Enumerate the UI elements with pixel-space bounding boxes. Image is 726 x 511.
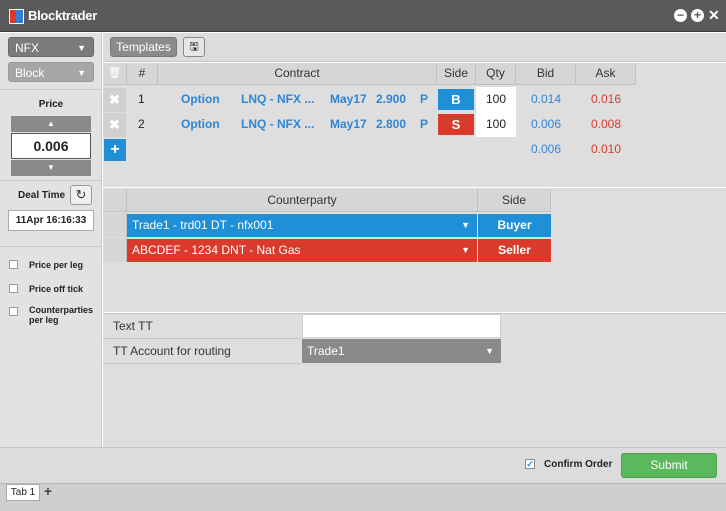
price-off-tick-checkbox[interactable]	[9, 284, 18, 293]
delete-row-icon[interactable]: ✖	[103, 88, 126, 112]
col-header-num: #	[127, 63, 158, 85]
divider	[0, 89, 102, 90]
submit-button[interactable]: Submit	[621, 453, 717, 478]
title-bar	[0, 0, 726, 32]
leg-bid: 0.014	[530, 92, 562, 106]
confirm-order-checkbox[interactable]: ✓	[525, 459, 535, 469]
price-increment-button[interactable]: ▲	[11, 116, 91, 132]
save-template-icon[interactable]: 🖫	[183, 37, 205, 57]
leg-product[interactable]: LNQ - NFX ...	[241, 87, 314, 112]
counterparty-dropdown[interactable]: ABCDEF - 1234 DNT - Nat Gas ▼	[127, 239, 477, 262]
leg-num: 1	[138, 92, 145, 106]
total-ask: 0.010	[590, 142, 622, 156]
deal-time-input[interactable]: 11Apr 16:16:33	[8, 210, 94, 231]
maximize-icon[interactable]: +	[691, 9, 704, 22]
chevron-down-icon: ▼	[485, 346, 494, 356]
leg-put-call[interactable]: P	[420, 112, 428, 137]
leg-expiry[interactable]: May17	[330, 87, 367, 112]
chevron-down-icon: ▼	[77, 43, 86, 53]
leg-expiry[interactable]: May17	[330, 112, 367, 137]
order-type-dropdown[interactable]: Block ▼	[8, 62, 94, 82]
price-label: Price	[38, 99, 64, 110]
templates-button[interactable]: Templates	[110, 37, 177, 57]
price-input[interactable]: 0.006	[11, 133, 91, 159]
delete-row-icon[interactable]: ✖	[103, 113, 126, 137]
close-icon[interactable]: ✕	[708, 8, 720, 22]
col-header-cp-side: Side	[478, 189, 551, 212]
app-logo-icon	[9, 9, 24, 24]
market-value: NFX	[15, 41, 39, 55]
order-type-value: Block	[15, 66, 45, 80]
leg-put-call[interactable]: P	[420, 87, 428, 112]
refresh-icon[interactable]: ↻	[70, 185, 92, 205]
col-header-contract: Contract	[158, 63, 437, 85]
price-per-leg-label: Price per leg	[29, 260, 84, 270]
price-decrement-button[interactable]: ▼	[11, 160, 91, 176]
leg-qty-input[interactable]: 100	[476, 87, 516, 112]
divider	[0, 180, 102, 181]
leg-type[interactable]: Option	[181, 87, 220, 112]
cp-header-blank	[103, 189, 127, 212]
tab-1[interactable]: Tab 1	[6, 484, 40, 501]
deal-time-label: Deal Time	[18, 190, 66, 201]
order-settings-panel	[0, 33, 102, 447]
leg-product[interactable]: LNQ - NFX ...	[241, 112, 314, 137]
col-header-bid: Bid	[516, 63, 576, 85]
minimize-icon[interactable]: −	[674, 9, 687, 22]
leg-strike[interactable]: 2.900	[376, 87, 406, 112]
add-leg-button[interactable]: +	[104, 139, 126, 161]
text-tt-input[interactable]	[302, 314, 501, 338]
cp-side-seller: Seller	[478, 239, 551, 262]
trash-icon[interactable]: 🗑	[103, 63, 127, 85]
leg-ask: 0.008	[590, 117, 622, 131]
col-header-ask: Ask	[576, 63, 636, 85]
chevron-down-icon: ▼	[461, 220, 470, 230]
price-off-tick-label: Price off tick	[29, 284, 84, 294]
divider	[0, 246, 102, 247]
tab-bar	[0, 483, 726, 511]
col-header-side: Side	[437, 63, 476, 85]
leg-side-buy-button[interactable]: B	[438, 89, 474, 110]
counterparty-name: Trade1 - trd01 DT - nfx001	[132, 218, 274, 232]
row-handle	[103, 238, 127, 262]
counterparties-per-leg-label: Counterparties per leg	[29, 305, 94, 325]
col-header-qty: Qty	[476, 63, 516, 85]
leg-strike[interactable]: 2.800	[376, 112, 406, 137]
market-dropdown[interactable]: NFX ▼	[8, 37, 94, 57]
chevron-down-icon: ▼	[461, 245, 470, 255]
leg-type[interactable]: Option	[181, 112, 220, 137]
leg-qty-input[interactable]: 100	[476, 112, 516, 137]
counterparty-dropdown[interactable]: Trade1 - trd01 DT - nfx001 ▼	[127, 214, 477, 237]
leg-side-sell-button[interactable]: S	[438, 114, 474, 135]
text-tt-label: Text TT	[103, 314, 301, 339]
row-handle	[103, 213, 127, 237]
window-title: Blocktrader	[28, 8, 97, 23]
col-header-counterparty: Counterparty	[127, 189, 478, 212]
total-bid: 0.006	[530, 142, 562, 156]
add-tab-icon[interactable]: +	[41, 484, 55, 500]
tt-account-value: Trade1	[307, 344, 345, 358]
footer-bar	[0, 447, 726, 483]
cp-side-buyer: Buyer	[478, 214, 551, 237]
leg-ask: 0.016	[590, 92, 622, 106]
tt-account-dropdown[interactable]: Trade1 ▼	[302, 339, 501, 363]
price-per-leg-checkbox[interactable]	[9, 260, 18, 269]
leg-num: 2	[138, 117, 145, 131]
counterparties-per-leg-checkbox[interactable]	[9, 307, 18, 316]
confirm-order-label: Confirm Order	[544, 459, 613, 470]
chevron-down-icon: ▼	[77, 68, 86, 78]
counterparty-name: ABCDEF - 1234 DNT - Nat Gas	[132, 243, 301, 257]
tt-account-label: TT Account for routing	[103, 339, 301, 364]
leg-bid: 0.006	[530, 117, 562, 131]
